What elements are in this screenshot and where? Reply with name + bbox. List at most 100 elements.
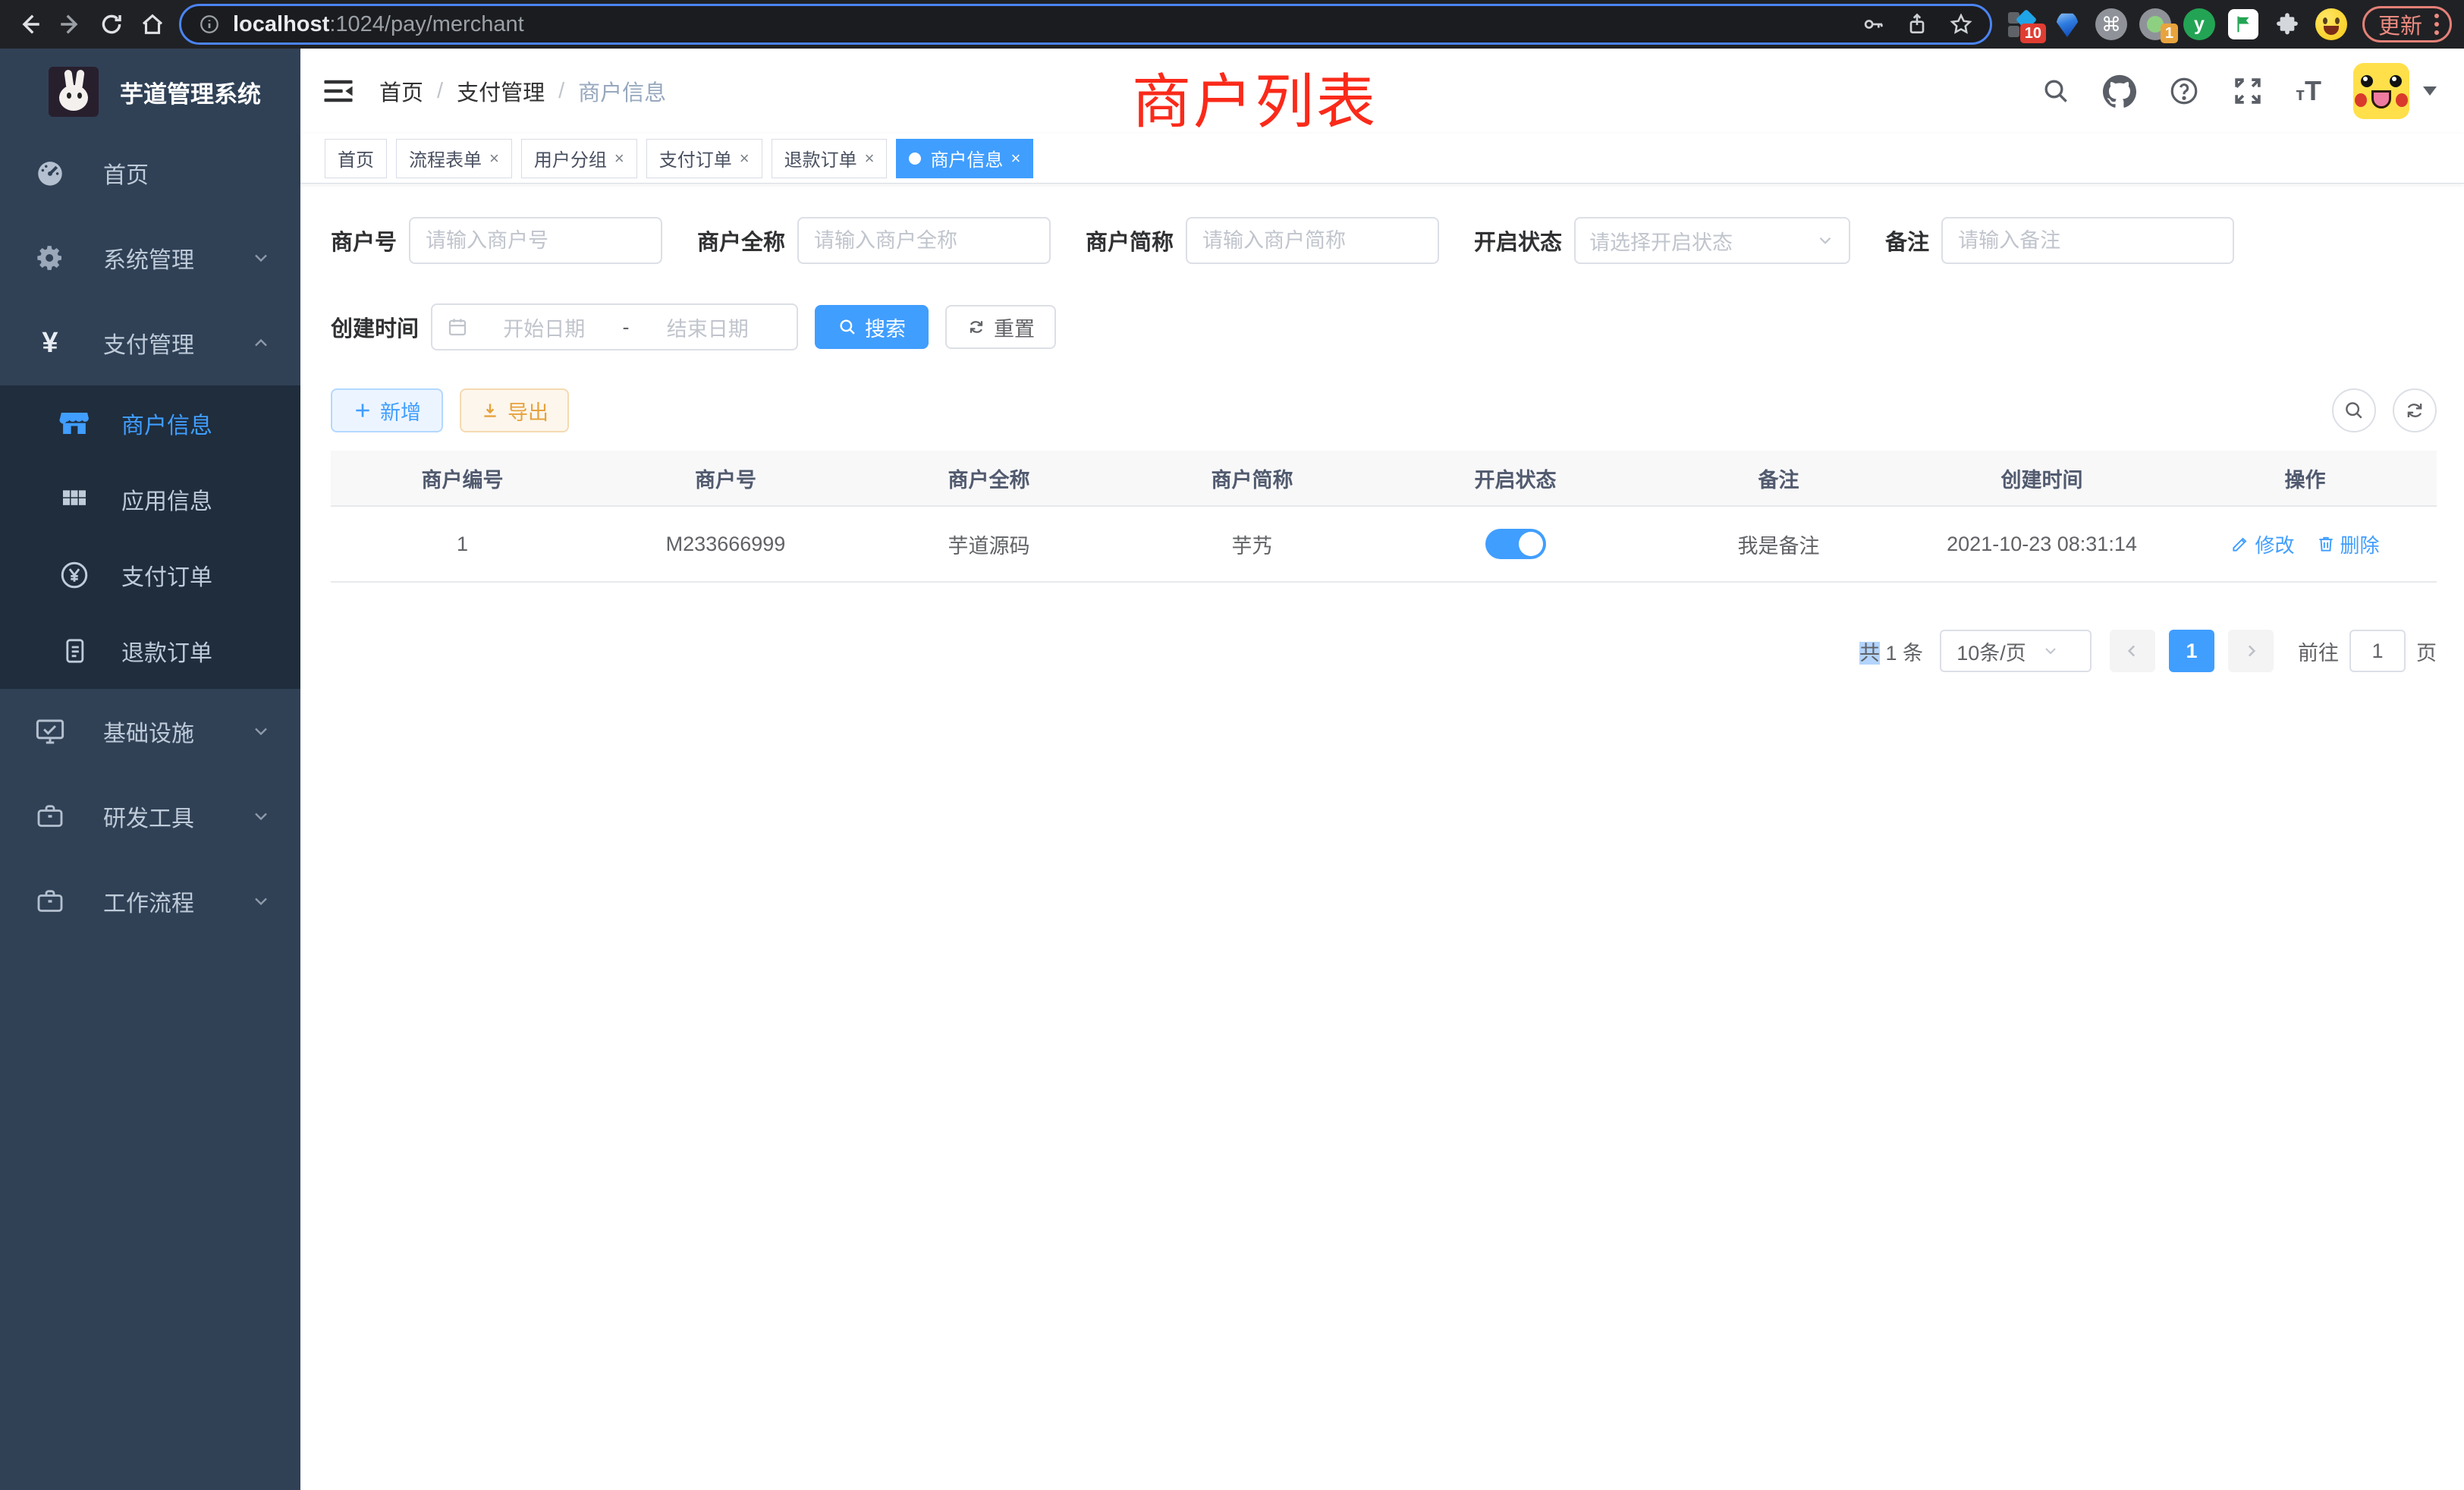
table-header: 商户编号 商户号 商户全称 商户简称 开启状态 备注 创建时间 操作 <box>331 451 2437 507</box>
browser-reload-button[interactable] <box>94 7 129 42</box>
search-button[interactable]: 搜索 <box>815 305 929 349</box>
refresh-icon <box>966 317 986 337</box>
sidebar-item-workflow[interactable]: 工作流程 <box>0 859 300 944</box>
chevron-up-icon <box>250 332 272 354</box>
reset-button[interactable]: 重置 <box>945 305 1056 349</box>
close-icon[interactable]: × <box>489 149 499 168</box>
goto-page-input[interactable] <box>2349 630 2406 672</box>
extension-kite-icon[interactable]: 10 <box>2007 8 2040 41</box>
extension-emoji-icon[interactable] <box>2315 8 2348 41</box>
reload-icon <box>99 11 124 37</box>
extension-badge: 10 <box>2020 24 2046 43</box>
sidebar-item-refund-order[interactable]: 退款订单 <box>0 613 300 689</box>
sidebar-item-system[interactable]: 系统管理 <box>0 215 300 300</box>
password-key-icon[interactable] <box>1861 12 1885 36</box>
user-avatar[interactable] <box>2353 63 2409 119</box>
full-name-input[interactable] <box>797 217 1051 264</box>
trash-icon <box>2316 534 2336 554</box>
breadcrumb-home[interactable]: 首页 <box>379 75 423 107</box>
sidebar-item-pay[interactable]: ¥ 支付管理 <box>0 300 300 385</box>
breadcrumb-pay[interactable]: 支付管理 <box>457 75 545 107</box>
sidebar-item-app-info[interactable]: 应用信息 <box>0 461 300 537</box>
tab-home[interactable]: 首页 <box>325 139 387 178</box>
tab-pay-order[interactable]: 支付订单× <box>646 139 762 178</box>
header-search-icon[interactable] <box>2041 76 2071 106</box>
browser-home-button[interactable] <box>135 7 170 42</box>
prev-page-button[interactable] <box>2110 630 2155 672</box>
github-icon[interactable] <box>2103 74 2136 108</box>
short-name-input[interactable] <box>1186 217 1439 264</box>
status-label: 开启状态 <box>1474 225 1562 256</box>
show-search-button[interactable] <box>2332 388 2376 432</box>
sidebar-item-dev-tools[interactable]: 研发工具 <box>0 774 300 859</box>
status-toggle[interactable] <box>1485 529 1546 559</box>
font-size-icon[interactable]: тT <box>2296 75 2321 107</box>
export-button[interactable]: 导出 <box>460 388 569 432</box>
sidebar-item-label: 商户信息 <box>121 407 212 440</box>
extensions-puzzle-icon[interactable] <box>2271 8 2304 41</box>
table-toolbar: 新增 导出 <box>331 388 2437 432</box>
close-icon[interactable]: × <box>614 149 624 168</box>
extension-gem-icon[interactable] <box>2051 8 2084 41</box>
download-icon <box>480 401 500 420</box>
cell-create-time: 2021-10-23 08:31:14 <box>1910 533 2173 556</box>
extension-recorder-icon[interactable]: 1 <box>2139 8 2172 41</box>
arrow-left-icon <box>17 11 42 37</box>
sidebar-item-infra[interactable]: 基础设施 <box>0 689 300 774</box>
tab-process-form[interactable]: 流程表单× <box>396 139 512 178</box>
chevron-down-icon <box>250 721 272 742</box>
sidebar-item-label: 工作流程 <box>103 885 250 918</box>
sidebar-toggle-icon[interactable] <box>323 76 354 106</box>
browser-update-button[interactable]: 更新 <box>2362 6 2452 42</box>
breadcrumb: 首页 / 支付管理 / 商户信息 <box>379 75 666 107</box>
full-name-label: 商户全称 <box>697 225 785 256</box>
edit-pencil-icon <box>2230 534 2250 554</box>
filter-row-2: 创建时间 开始日期 - 结束日期 搜索 重置 <box>331 303 2437 350</box>
sidebar-item-merchant-info[interactable]: 商户信息 <box>0 385 300 461</box>
delete-button[interactable]: 删除 <box>2316 530 2380 558</box>
create-time-range-picker[interactable]: 开始日期 - 结束日期 <box>431 303 798 350</box>
close-icon[interactable]: × <box>740 149 750 168</box>
help-icon[interactable] <box>2168 75 2200 107</box>
create-time-label: 创建时间 <box>331 311 419 343</box>
refresh-table-button[interactable] <box>2393 388 2437 432</box>
browser-menu-icon[interactable] <box>2434 14 2439 35</box>
sidebar: 芋道管理系统 首页 系统管理 ¥ 支付管理 <box>0 49 300 1490</box>
extension-command-icon[interactable]: ⌘ <box>2095 8 2128 41</box>
fullscreen-icon[interactable] <box>2232 75 2264 107</box>
edit-button[interactable]: 修改 <box>2230 530 2294 558</box>
browser-back-button[interactable] <box>12 7 47 42</box>
url-bar[interactable]: localhost:1024/pay/merchant <box>179 4 1992 45</box>
extension-flag-icon[interactable] <box>2227 8 2260 41</box>
tab-merchant-info[interactable]: 商户信息× <box>896 139 1033 178</box>
extension-y-icon[interactable]: y <box>2183 8 2216 41</box>
shop-icon <box>56 407 93 439</box>
merchant-no-input[interactable] <box>409 217 662 264</box>
browser-forward-button[interactable] <box>53 7 88 42</box>
cell-short-name: 芋艿 <box>1120 530 1384 559</box>
plus-icon <box>353 401 372 420</box>
bookmark-star-icon[interactable] <box>1949 12 1973 36</box>
tab-user-group[interactable]: 用户分组× <box>521 139 637 178</box>
page-info-icon[interactable] <box>198 13 221 36</box>
sidebar-item-pay-order[interactable]: 支付订单 <box>0 537 300 613</box>
sidebar-logo[interactable]: 芋道管理系统 <box>0 49 300 117</box>
page-size-select[interactable]: 10条/页 <box>1940 630 2092 672</box>
close-icon[interactable]: × <box>1010 149 1020 168</box>
remark-input[interactable] <box>1941 217 2234 264</box>
update-label: 更新 <box>2378 8 2422 40</box>
add-button[interactable]: 新增 <box>331 388 443 432</box>
next-page-button[interactable] <box>2228 630 2274 672</box>
sidebar-item-label: 首页 <box>103 156 272 190</box>
close-icon[interactable]: × <box>865 149 875 168</box>
avatar-caret-icon[interactable] <box>2423 86 2437 96</box>
grid-icon <box>56 484 93 514</box>
share-icon[interactable] <box>1905 12 1929 36</box>
page-1-button[interactable]: 1 <box>2169 630 2214 672</box>
chevron-down-icon <box>250 891 272 912</box>
tab-refund-order[interactable]: 退款订单× <box>772 139 888 178</box>
chevron-down-icon <box>250 247 272 269</box>
filter-row-1: 商户号 商户全称 商户简称 开启状态 请选择开启状态 <box>331 217 2437 264</box>
sidebar-item-home[interactable]: 首页 <box>0 130 300 215</box>
status-select[interactable]: 请选择开启状态 <box>1574 217 1850 264</box>
